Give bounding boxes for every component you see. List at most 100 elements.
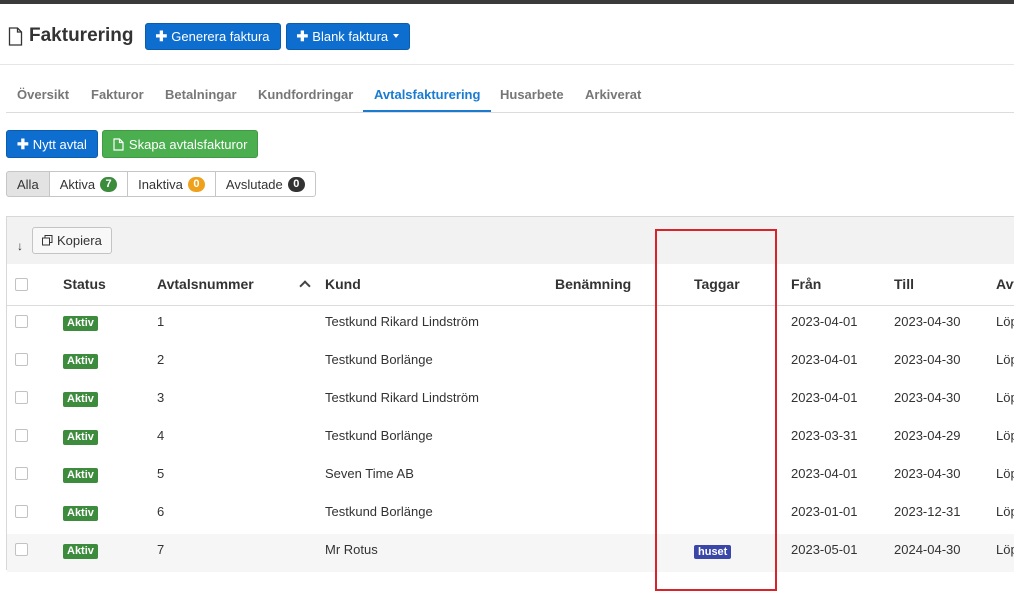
header-divider — [0, 64, 1014, 65]
status-badge: Aktiv — [63, 354, 98, 369]
row-checkbox[interactable] — [15, 391, 28, 404]
contract-number: 3 — [157, 390, 165, 405]
contract-type: Löp — [996, 314, 1014, 329]
row-checkbox[interactable] — [15, 429, 28, 442]
sort-ascending-icon[interactable] — [299, 280, 311, 292]
to-date: 2023-04-30 — [894, 314, 961, 329]
customer-name: Mr Rotus — [325, 542, 378, 557]
customer-name: Testkund Rikard Lindström — [325, 314, 479, 329]
tab-oversikt[interactable]: Översikt — [6, 78, 80, 111]
column-from[interactable]: Från — [791, 264, 821, 305]
copy-button[interactable]: Kopiera — [32, 227, 112, 254]
create-contract-invoices-button[interactable]: Skapa avtalsfakturor — [101, 130, 259, 158]
row-checkbox[interactable] — [15, 543, 28, 556]
ended-count-badge: 0 — [287, 176, 305, 192]
from-date: 2023-04-01 — [791, 314, 858, 329]
table-row[interactable]: Aktiv 3 Testkund Rikard Lindström 2023-0… — [7, 382, 1014, 421]
column-to[interactable]: Till — [894, 264, 914, 305]
tab-arkiverat[interactable]: Arkiverat — [574, 78, 652, 111]
inactive-count-badge: 0 — [187, 176, 205, 192]
customer-name: Testkund Rikard Lindström — [325, 390, 479, 405]
from-date: 2023-04-01 — [791, 390, 858, 405]
select-all-checkbox[interactable] — [15, 278, 28, 291]
row-checkbox[interactable] — [15, 505, 28, 518]
row-checkbox[interactable] — [15, 353, 28, 366]
customer-name: Testkund Borlänge — [325, 504, 433, 519]
contract-type: Löp — [996, 390, 1014, 405]
column-status[interactable]: Status — [63, 264, 106, 305]
contract-number: 5 — [157, 466, 165, 481]
table-row[interactable]: Aktiv 1 Testkund Rikard Lindström 2023-0… — [7, 306, 1014, 345]
filter-active-label: Aktiva — [59, 176, 96, 192]
column-name[interactable]: Benämning — [555, 264, 631, 305]
filter-all-label: Alla — [17, 176, 39, 192]
customer-name: Testkund Borlänge — [325, 352, 433, 367]
column-customer[interactable]: Kund — [325, 264, 361, 305]
filter-active-button[interactable]: Aktiva 7 — [48, 171, 129, 197]
contract-number: 1 — [157, 314, 165, 329]
row-checkbox[interactable] — [15, 467, 28, 480]
from-date: 2023-04-01 — [791, 466, 858, 481]
tab-avtalsfakturering[interactable]: Avtalsfakturering — [363, 78, 492, 112]
to-date: 2023-04-29 — [894, 428, 961, 443]
table-row[interactable]: Aktiv 2 Testkund Borlänge 2023-04-01 202… — [7, 344, 1014, 383]
filter-ended-button[interactable]: Avslutade 0 — [214, 171, 316, 197]
new-contract-button[interactable]: ✚ Nytt avtal — [6, 130, 98, 158]
status-badge: Aktiv — [63, 468, 98, 483]
table-header: Status Avtalsnummer Kund Benämning Tagga… — [7, 264, 1014, 306]
status-badge: Aktiv — [63, 392, 98, 407]
window-top-bar — [0, 0, 1014, 4]
to-date: 2023-04-30 — [894, 390, 961, 405]
filter-inactive-button[interactable]: Inaktiva 0 — [127, 171, 216, 197]
status-badge: Aktiv — [63, 506, 98, 521]
to-date: 2024-04-30 — [894, 542, 961, 557]
contract-type: Löp — [996, 466, 1014, 481]
contract-type: Löp — [996, 504, 1014, 519]
copy-label: Kopiera — [57, 233, 102, 248]
column-contract-type[interactable]: Avt — [996, 264, 1014, 305]
to-date: 2023-12-31 — [894, 504, 961, 519]
table-row[interactable]: Aktiv 4 Testkund Borlänge 2023-03-31 202… — [7, 420, 1014, 459]
contract-type: Löp — [996, 542, 1014, 557]
tab-kundfordringar[interactable]: Kundfordringar — [247, 78, 364, 111]
blank-invoice-label: Blank faktura — [312, 28, 389, 44]
filter-ended-label: Avslutade — [225, 176, 283, 192]
from-date: 2023-01-01 — [791, 504, 858, 519]
blank-invoice-dropdown-button[interactable]: ✚ Blank faktura — [285, 22, 411, 50]
create-contract-invoices-label: Skapa avtalsfakturor — [128, 136, 248, 152]
table-row[interactable]: Aktiv 5 Seven Time AB 2023-04-01 2023-04… — [7, 458, 1014, 497]
page-header: Fakturering ✚ Generera faktura ✚ Blank f… — [8, 22, 411, 50]
tab-betalningar[interactable]: Betalningar — [154, 78, 248, 111]
table-toolbar: ↓ Kopiera — [7, 217, 1014, 265]
contract-number: 2 — [157, 352, 165, 367]
tab-fakturor[interactable]: Fakturor — [80, 78, 155, 111]
action-bar: ✚ Nytt avtal Skapa avtalsfakturor — [6, 130, 262, 158]
status-filter-group: Alla Aktiva 7 Inaktiva 0 Avslutade 0 — [6, 171, 316, 197]
table-row[interactable]: Aktiv 6 Testkund Borlänge 2023-01-01 202… — [7, 496, 1014, 535]
status-badge: Aktiv — [63, 544, 98, 559]
to-date: 2023-04-30 — [894, 466, 961, 481]
document-icon — [8, 26, 23, 46]
table-row[interactable]: Aktiv 7 Mr Rotus huset 2023-05-01 2024-0… — [7, 534, 1014, 572]
status-badge: Aktiv — [63, 430, 98, 445]
active-count-badge: 7 — [100, 176, 118, 192]
tab-husarbete[interactable]: Husarbete — [489, 78, 575, 111]
from-date: 2023-04-01 — [791, 352, 858, 367]
customer-name: Testkund Borlänge — [325, 428, 433, 443]
contract-number: 4 — [157, 428, 165, 443]
new-contract-label: Nytt avtal — [32, 136, 87, 152]
contract-number: 6 — [157, 504, 165, 519]
generate-invoice-button[interactable]: ✚ Generera faktura — [144, 22, 281, 50]
generate-invoice-label: Generera faktura — [171, 28, 270, 44]
column-contract-number[interactable]: Avtalsnummer — [157, 264, 254, 305]
filter-all-button[interactable]: Alla — [6, 171, 50, 197]
plus-icon: ✚ — [296, 27, 309, 44]
row-checkbox[interactable] — [15, 315, 28, 328]
customer-name: Seven Time AB — [325, 466, 414, 481]
filter-inactive-label: Inaktiva — [138, 176, 183, 192]
copy-icon — [42, 235, 53, 246]
caret-down-icon — [393, 34, 400, 38]
to-date: 2023-04-30 — [894, 352, 961, 367]
contract-type: Löp — [996, 352, 1014, 367]
document-icon — [113, 137, 124, 151]
